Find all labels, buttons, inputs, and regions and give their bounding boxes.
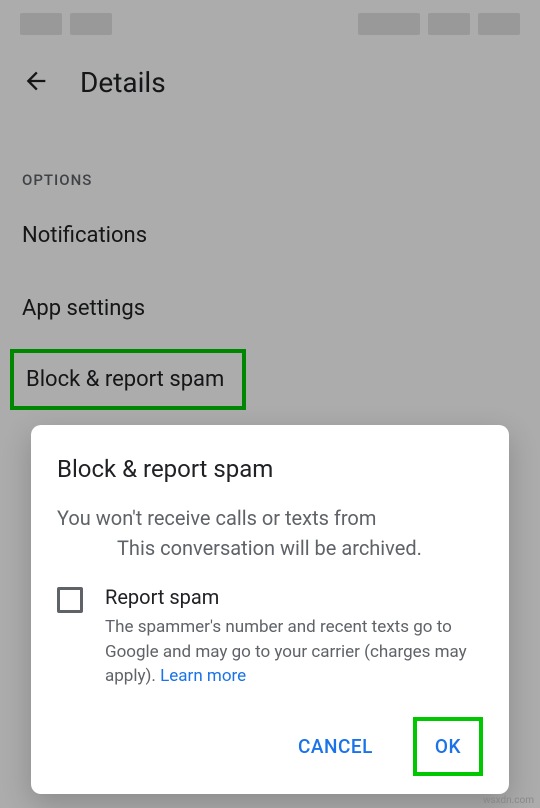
report-spam-description: The spammer's number and recent texts go… [105,615,483,689]
dialog-title: Block & report spam [57,455,483,483]
report-spam-label: Report spam [105,585,483,609]
checkbox-content: Report spam The spammer's number and rec… [105,585,483,689]
report-spam-checkbox[interactable] [57,587,83,613]
site-watermark: wsxdn.com [483,795,534,806]
details-screen: Details OPTIONS Notifications App settin… [0,0,540,808]
modal-overlay: Block & report spam You won't receive ca… [0,0,540,808]
dialog-actions: CANCEL OK [57,717,483,776]
block-report-dialog: Block & report spam You won't receive ca… [31,425,509,794]
dialog-body-line2: This conversation will be archived. [57,533,483,563]
dialog-body: You won't receive calls or texts from Th… [57,503,483,563]
ok-button[interactable]: OK [413,717,483,776]
learn-more-link[interactable]: Learn more [160,666,246,686]
cancel-button[interactable]: CANCEL [280,721,391,772]
dialog-body-line1: You won't receive calls or texts from [57,506,376,530]
report-spam-row: Report spam The spammer's number and rec… [57,585,483,689]
